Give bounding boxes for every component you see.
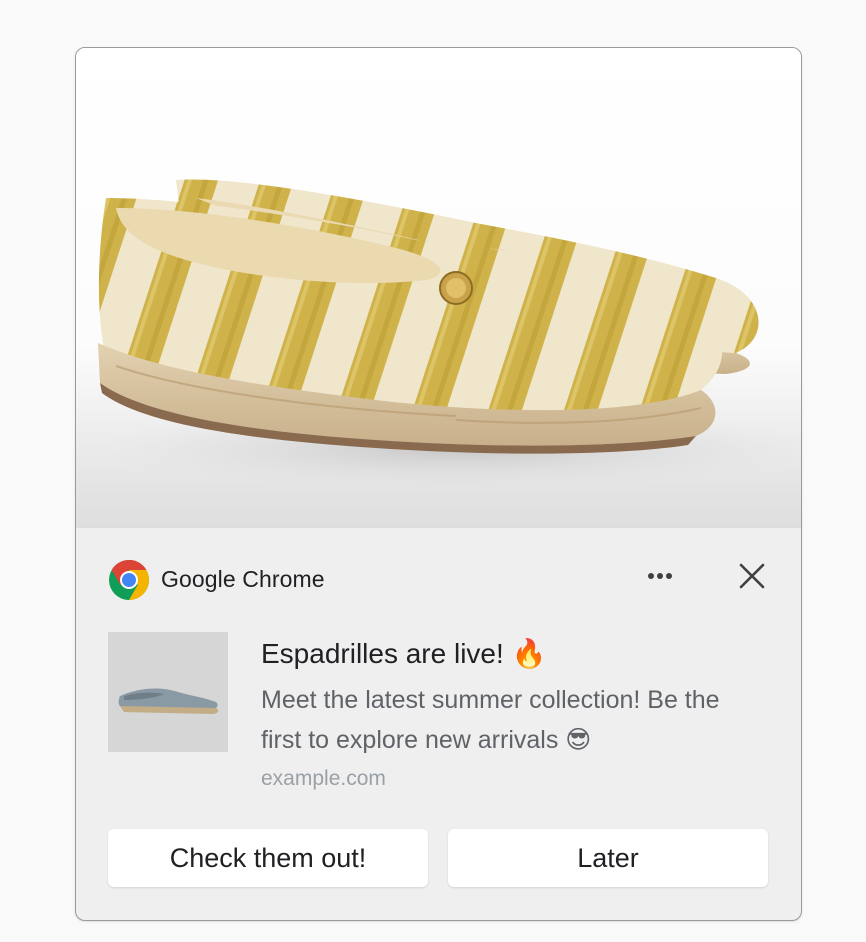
close-button[interactable] — [734, 558, 770, 594]
close-icon — [739, 563, 765, 589]
more-horizontal-icon — [648, 573, 672, 579]
espadrilles-image — [96, 179, 801, 490]
notification-thumbnail — [108, 632, 228, 752]
grey-espadrille-thumbnail — [118, 688, 219, 714]
app-name: Google Chrome — [161, 566, 325, 592]
later-button[interactable]: Later — [448, 829, 768, 887]
notification-title: Espadrilles are live! 🔥 — [261, 638, 547, 669]
hero-image — [76, 48, 801, 528]
chrome-icon — [109, 560, 149, 600]
notification-origin: example.com — [261, 767, 386, 790]
web-push-notification[interactable]: Google Chrome Espadrilles are live! 🔥 Me… — [75, 47, 802, 921]
more-options-button[interactable] — [641, 561, 679, 591]
notification-body: Meet the latest summer collection! Be th… — [261, 686, 720, 754]
check-them-out-button[interactable]: Check them out! — [108, 829, 428, 887]
notification-header: Google Chrome — [76, 528, 801, 600]
